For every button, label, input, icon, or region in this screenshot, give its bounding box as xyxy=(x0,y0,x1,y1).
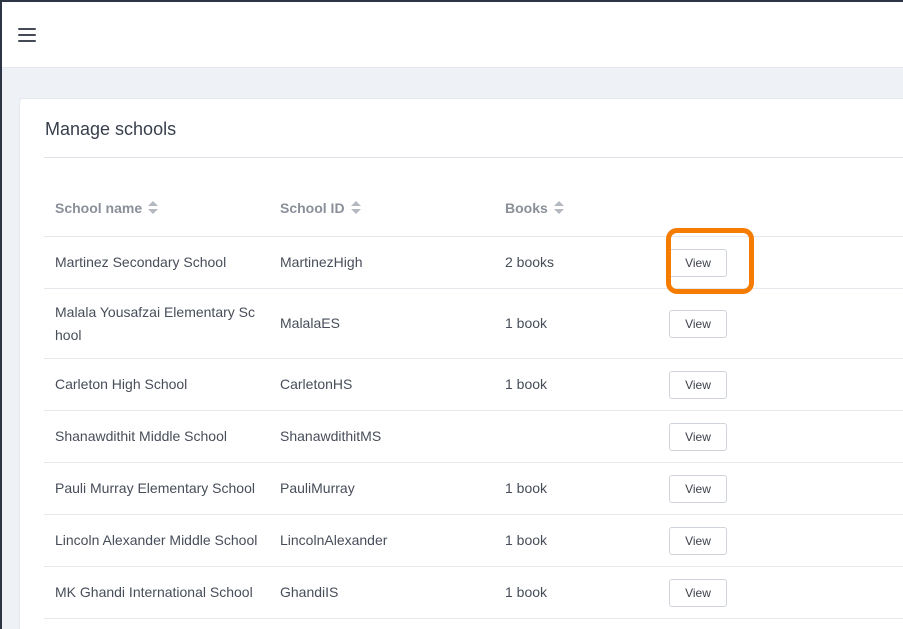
manage-schools-card: Manage schools School name School ID Boo… xyxy=(19,98,903,629)
column-header-school-name[interactable]: School name xyxy=(44,179,269,237)
school-name-cell: Lincoln Alexander Middle School xyxy=(44,514,269,567)
app-frame: Manage schools School name School ID Boo… xyxy=(0,0,903,629)
books-count: 1 book xyxy=(494,358,669,411)
school-id: ShanawdithitMS xyxy=(269,410,494,463)
school-name-cell: Shanawdithit Middle School xyxy=(44,410,269,463)
view-button[interactable]: View xyxy=(669,309,727,338)
view-button[interactable]: View xyxy=(669,578,727,607)
view-button[interactable]: View xyxy=(669,422,727,451)
column-header-actions xyxy=(669,179,903,237)
school-id: PauliMurray xyxy=(269,462,494,515)
view-button[interactable]: View xyxy=(669,248,727,277)
table-row: Malala Yousafzai Elementary School Malala… xyxy=(44,288,903,359)
column-header-label: Books xyxy=(505,199,548,216)
sort-icon[interactable] xyxy=(553,200,564,215)
table-row: Pauli Murray Elementary School PauliMurra… xyxy=(44,462,903,515)
action-cell: View xyxy=(669,566,903,619)
action-cell: View xyxy=(669,462,903,515)
divider xyxy=(44,157,903,158)
view-button[interactable]: View xyxy=(669,370,727,399)
school-name: Carleton High School xyxy=(55,376,188,392)
school-name-cell: Martinez Secondary School xyxy=(44,236,269,289)
school-name: Pauli Murray Elementary School xyxy=(55,480,255,496)
school-id: CarletonHS xyxy=(269,358,494,411)
schools-table: School name School ID Books Martinez Sec… xyxy=(44,179,903,619)
sort-icon[interactable] xyxy=(350,200,361,215)
school-name: Martinez Secondary School xyxy=(55,254,227,270)
books-count: 1 book xyxy=(494,514,669,567)
books-count: 1 book xyxy=(494,566,669,619)
table-row: Shanawdithit Middle School ShanawdithitMS… xyxy=(44,410,903,463)
top-bar xyxy=(2,2,903,68)
table-row: Martinez Secondary School MartinezHigh 2 b… xyxy=(44,236,903,289)
sort-icon[interactable] xyxy=(148,200,159,215)
books-count xyxy=(494,410,669,463)
page-title: Manage schools xyxy=(45,119,177,139)
table-header-row: School name School ID Books xyxy=(44,179,903,237)
school-id: MartinezHigh xyxy=(269,236,494,289)
books-count: 1 book xyxy=(494,462,669,515)
school-name-cell: Pauli Murray Elementary School xyxy=(44,462,269,515)
school-name: Shanawdithit Middle School xyxy=(55,428,227,444)
column-header-label: School name xyxy=(55,199,143,216)
view-button[interactable]: View xyxy=(669,474,727,503)
column-header-label: School ID xyxy=(280,199,345,216)
table-row: Lincoln Alexander Middle School LincolnAl… xyxy=(44,514,903,567)
school-id: LincolnAlexander xyxy=(269,514,494,567)
view-button[interactable]: View xyxy=(669,526,727,555)
school-name: Lincoln Alexander Middle School xyxy=(55,532,258,548)
school-id: MalalaES xyxy=(269,288,494,359)
table-row: MK Ghandi International School GhandiIS 1 … xyxy=(44,566,903,619)
hamburger-menu-icon[interactable] xyxy=(18,27,38,43)
school-id: GhandiIS xyxy=(269,566,494,619)
column-header-school-id[interactable]: School ID xyxy=(269,179,494,237)
school-name-cell: MK Ghandi International School xyxy=(44,566,269,619)
action-cell: View xyxy=(669,236,903,289)
books-count: 1 book xyxy=(494,288,669,359)
column-header-books[interactable]: Books xyxy=(494,179,669,237)
school-name: Malala Yousafzai Elementary School xyxy=(55,303,255,343)
action-cell: View xyxy=(669,410,903,463)
school-name-cell: Malala Yousafzai Elementary School xyxy=(44,288,269,359)
action-cell: View xyxy=(669,288,903,359)
action-cell: View xyxy=(669,358,903,411)
school-name: MK Ghandi International School xyxy=(55,584,253,600)
action-cell: View xyxy=(669,514,903,567)
table-row: Carleton High School CarletonHS 1 book View xyxy=(44,358,903,411)
school-name-cell: Carleton High School xyxy=(44,358,269,411)
books-count: 2 books xyxy=(494,236,669,289)
